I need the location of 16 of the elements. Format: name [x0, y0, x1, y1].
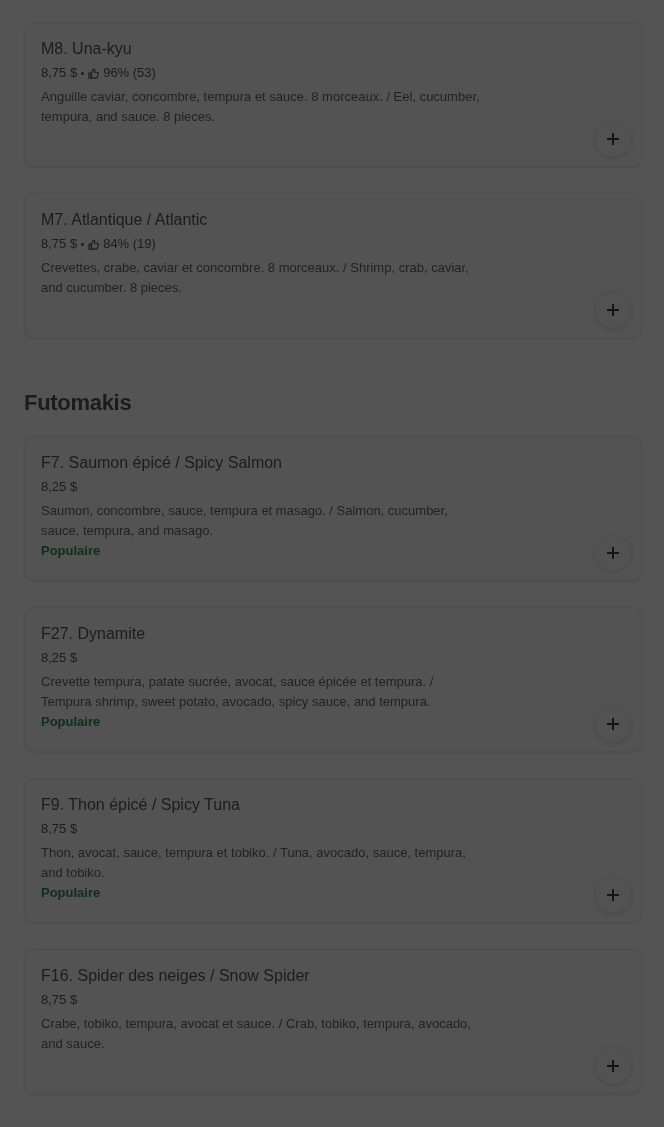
plus-icon [607, 889, 619, 901]
plus-icon [607, 304, 619, 316]
thumbs-up-icon [88, 238, 100, 250]
separator-dot [81, 242, 85, 246]
thumbs-up-icon [88, 67, 100, 79]
separator-dot [81, 71, 85, 75]
item-title: M8. Una-kyu [41, 39, 133, 59]
plus-icon [607, 133, 619, 145]
popular-label: Populaire [41, 542, 101, 560]
popular-label: Populaire [41, 884, 101, 902]
popular-label: Populaire [41, 713, 101, 731]
item-title: M7. Atlantique / Atlantic [41, 210, 209, 230]
plus-icon [607, 718, 619, 730]
plus-icon [607, 1060, 619, 1072]
plus-icon [607, 547, 619, 559]
section-heading: Futomakis [24, 390, 133, 416]
